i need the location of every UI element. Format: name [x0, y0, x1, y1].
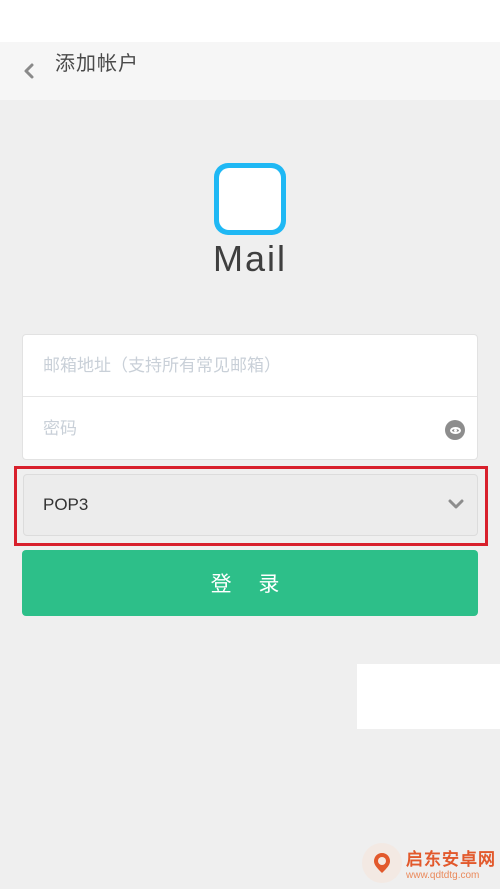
protocol-select[interactable]: POP3	[23, 474, 478, 536]
watermark: 启东安卓网 www.qdtdtg.com	[360, 836, 500, 889]
email-field[interactable]	[43, 335, 443, 397]
login-form	[22, 334, 478, 460]
password-field-row	[23, 398, 477, 460]
email-field-row	[23, 335, 477, 397]
watermark-name: 启东安卓网	[406, 849, 496, 870]
app-name: Mail	[212, 238, 287, 279]
overlay-panel	[357, 664, 500, 729]
app-header: 添加帐户	[0, 42, 500, 100]
login-button[interactable]: 登 录	[22, 550, 478, 616]
watermark-url: www.qdtdtg.com	[406, 869, 480, 881]
protocol-selected-value: POP3	[43, 495, 89, 514]
page-title: 添加帐户	[55, 51, 139, 75]
chevron-left-icon[interactable]	[18, 58, 40, 84]
eye-icon[interactable]	[445, 420, 465, 440]
mail-app-icon	[214, 163, 286, 235]
password-field[interactable]	[43, 398, 443, 460]
watermark-logo-icon	[362, 842, 402, 883]
status-bar-area	[0, 0, 500, 42]
chevron-down-icon	[447, 495, 465, 513]
